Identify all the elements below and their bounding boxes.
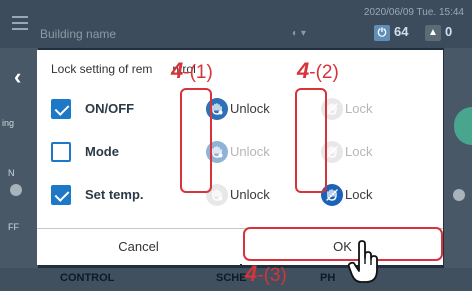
set-temp-checkbox[interactable]	[51, 185, 71, 205]
right-panel	[444, 48, 472, 268]
row-label: ON/OFF	[85, 101, 135, 116]
top-bar: Building name ◐ ▾ 2020/06/09 Tue. 15:44 …	[0, 0, 472, 48]
row-mode: Mode Unlock Lock	[51, 138, 431, 168]
on-off-checkbox[interactable]	[51, 99, 71, 119]
lock-option[interactable]: Lock	[345, 101, 372, 116]
lock-column-highlight	[295, 88, 327, 193]
cancel-button[interactable]: Cancel	[37, 229, 240, 265]
left-edge-text: ing	[2, 118, 15, 128]
tab-schedule[interactable]: SCHE	[216, 272, 247, 284]
mode-toggle-icon[interactable]: ◐ ▾	[292, 28, 306, 39]
left-scroll-circle[interactable]	[10, 184, 22, 196]
power-icon: ⏻	[374, 24, 390, 41]
right-scroll-circle[interactable]	[453, 189, 465, 201]
unlock-option[interactable]: Unlock	[230, 101, 270, 116]
back-arrow-icon[interactable]: ‹	[14, 64, 21, 90]
mode-checkbox[interactable]	[51, 142, 71, 162]
menu-icon[interactable]	[12, 16, 28, 30]
row-set-temp: Set temp. Unlock Lock	[51, 181, 431, 211]
lock-option[interactable]: Lock	[345, 187, 372, 202]
left-edge-text: FF	[8, 222, 19, 232]
unlock-option[interactable]: Unlock	[230, 144, 270, 159]
callout-4-1: 4-(1)	[171, 58, 213, 83]
callout-4-3: 4-(3)	[245, 261, 287, 286]
warning-icon: ▲	[425, 24, 441, 41]
row-label: Set temp.	[85, 187, 144, 202]
building-name: Building name	[40, 27, 117, 41]
left-edge-text: N	[8, 168, 15, 178]
tab-graph[interactable]: PH	[320, 272, 335, 284]
datetime: 2020/06/09 Tue. 15:44	[363, 7, 464, 18]
unlock-column-highlight	[180, 88, 212, 193]
row-on-off: ON/OFF Unlock Lock	[51, 95, 431, 125]
pointer-hand-icon	[347, 240, 381, 289]
tab-control[interactable]: CONTROL	[60, 272, 114, 284]
unlock-option[interactable]: Unlock	[230, 187, 270, 202]
callout-4-2: 4-(2)	[297, 58, 339, 83]
running-counter[interactable]: ⏻ 64	[374, 24, 424, 43]
row-label: Mode	[85, 144, 119, 159]
ok-button-highlight	[243, 227, 443, 261]
alert-counter[interactable]: ▲ 0	[425, 24, 452, 41]
lock-option[interactable]: Lock	[345, 144, 372, 159]
